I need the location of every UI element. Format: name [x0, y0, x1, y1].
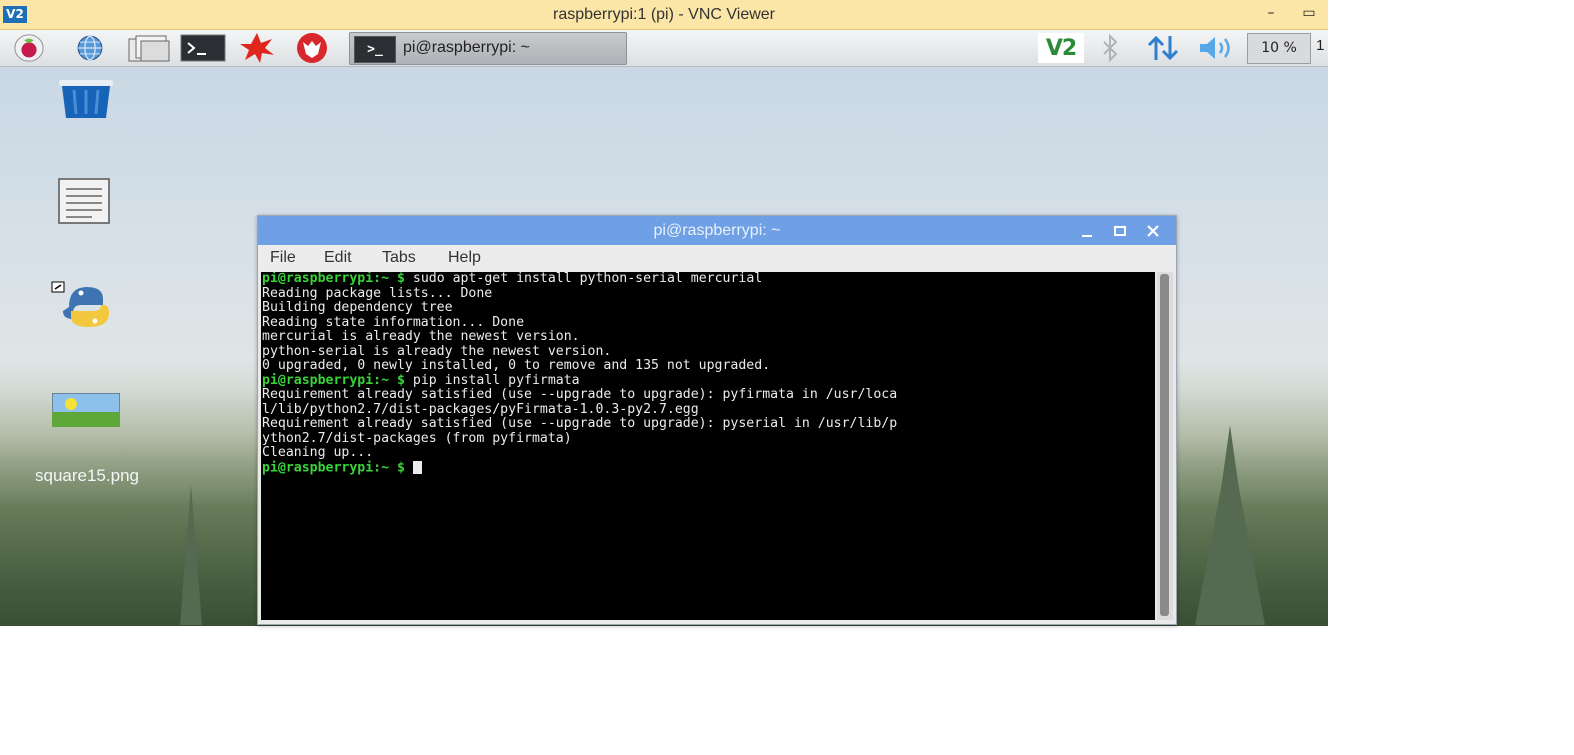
- shell-prompt: pi@raspberrypi:~ $: [262, 372, 405, 388]
- vnc-server-label: V2: [1045, 35, 1077, 61]
- output-text: Reading package lists... Done: [262, 285, 493, 301]
- shell-prompt: pi@raspberrypi:~ $: [262, 272, 405, 286]
- terminal-line: Requirement already satisfied (use --upg…: [261, 416, 1155, 432]
- output-text: mercurial is already the newest version.: [262, 329, 580, 344]
- minimize-icon[interactable]: [1076, 220, 1098, 242]
- image-file-label: square15.png: [35, 466, 139, 485]
- cpu-usage-monitor[interactable]: 10 %: [1247, 33, 1311, 64]
- menu-file[interactable]: File: [270, 249, 296, 267]
- terminal-icon[interactable]: [180, 33, 226, 63]
- text-file-icon[interactable]: [58, 178, 110, 224]
- terminal-line: pi@raspberrypi:~ $ sudo apt-get install …: [261, 272, 1155, 287]
- network-icon[interactable]: [1144, 33, 1182, 63]
- terminal-icon: >_: [354, 36, 396, 63]
- vnc-maximize-button[interactable]: ▭: [1296, 2, 1322, 24]
- output-text: l/lib/python2.7/dist-packages/pyFirmata-…: [262, 401, 699, 417]
- command-text: pip install pyfirmata: [412, 372, 580, 388]
- terminal-title: pi@raspberrypi: ~: [653, 222, 781, 239]
- terminal-line: mercurial is already the newest version.: [261, 329, 1155, 345]
- shell-prompt: pi@raspberrypi:~ $: [262, 460, 405, 475]
- terminal-line: python-serial is already the newest vers…: [261, 343, 1155, 360]
- terminal-line: Building dependency tree: [261, 300, 1155, 316]
- python-icon[interactable]: [51, 281, 121, 331]
- output-text: python-serial is already the newest vers…: [262, 343, 612, 359]
- terminal-scrollbar[interactable]: [1157, 272, 1173, 620]
- taskbar-window-label: pi@raspberrypi: ~: [403, 39, 530, 56]
- file-manager-icon[interactable]: [127, 33, 171, 63]
- terminal-menubar: File Edit Tabs Help: [258, 245, 1176, 271]
- terminal-line: Requirement already satisfied (use --upg…: [261, 387, 1155, 403]
- terminal-line: ython2.7/dist-packages (from pyfirmata): [261, 430, 1155, 447]
- bluetooth-icon[interactable]: [1096, 33, 1124, 63]
- terminal-output[interactable]: pi@raspberrypi:~ $ sudo apt-get install …: [261, 272, 1155, 620]
- raspberry-menu-icon[interactable]: [13, 33, 45, 63]
- terminal-line: Reading package lists... Done: [261, 285, 1155, 302]
- vnc-window-title: raspberrypi:1 (pi) - VNC Viewer: [553, 6, 775, 23]
- scrollbar-thumb[interactable]: [1160, 274, 1169, 616]
- text-cursor: [412, 460, 422, 474]
- clock[interactable]: 1: [1316, 37, 1324, 54]
- web-browser-icon[interactable]: [74, 33, 106, 63]
- taskbar-window-button[interactable]: >_ pi@raspberrypi: ~: [349, 32, 627, 65]
- terminal-line: 0 upgraded, 0 newly installed, 0 to remo…: [261, 358, 1155, 374]
- output-text: Requirement already satisfied (use --upg…: [262, 416, 898, 431]
- vnc-server-icon[interactable]: V2: [1038, 33, 1084, 63]
- output-text: ython2.7/dist-packages (from pyfirmata): [262, 430, 572, 446]
- vnc-minimize-button[interactable]: –: [1258, 2, 1284, 24]
- mathematica-icon[interactable]: [238, 33, 276, 63]
- terminal-line: Cleaning up...: [261, 445, 1155, 461]
- terminal-line: pi@raspberrypi:~ $: [261, 460, 1155, 476]
- volume-icon[interactable]: [1197, 33, 1237, 63]
- maximize-icon[interactable]: [1109, 220, 1131, 242]
- close-icon[interactable]: [1142, 220, 1164, 242]
- command-text: sudo apt-get install python-serial mercu…: [412, 272, 763, 286]
- output-text: Requirement already satisfied (use --upg…: [262, 387, 898, 402]
- trash-icon[interactable]: [57, 76, 115, 120]
- terminal-titlebar[interactable]: pi@raspberrypi: ~: [258, 216, 1176, 245]
- terminal-window[interactable]: pi@raspberrypi: ~ File Edit Tabs Help pi…: [257, 215, 1177, 625]
- output-text: Building dependency tree: [262, 300, 453, 315]
- terminal-line: l/lib/python2.7/dist-packages/pyFirmata-…: [261, 401, 1155, 418]
- output-text: Cleaning up...: [262, 445, 374, 460]
- image-file-icon[interactable]: [51, 392, 121, 428]
- output-text: 0 upgraded, 0 newly installed, 0 to remo…: [262, 358, 771, 373]
- output-text: Reading state information... Done: [262, 314, 525, 330]
- terminal-line: pi@raspberrypi:~ $ pip install pyfirmata: [261, 372, 1155, 389]
- vnc-window-titlebar[interactable]: V2 raspberrypi:1 (pi) - VNC Viewer – ▭: [0, 0, 1328, 30]
- menu-tabs[interactable]: Tabs: [382, 249, 416, 267]
- menu-edit[interactable]: Edit: [324, 249, 352, 267]
- taskbar: >_ pi@raspberrypi: ~ V2 10 % 1: [0, 30, 1328, 67]
- menu-help[interactable]: Help: [448, 249, 481, 267]
- wolfram-icon[interactable]: [291, 33, 333, 63]
- terminal-line: Reading state information... Done: [261, 314, 1155, 331]
